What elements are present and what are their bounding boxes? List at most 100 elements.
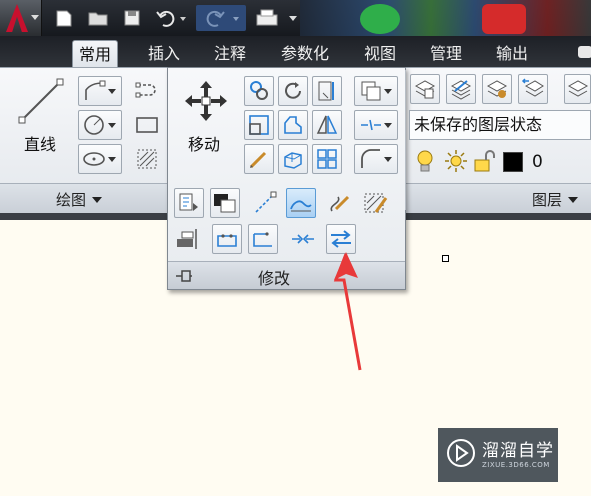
lengthen-button[interactable] <box>250 188 280 218</box>
pin-icon[interactable] <box>174 267 194 285</box>
watermark-title: 溜溜自学 <box>482 441 554 461</box>
fillet-icon <box>249 151 267 169</box>
line-button[interactable] <box>14 74 68 128</box>
circle-button[interactable] <box>78 110 122 140</box>
edit-attribute-button[interactable] <box>174 188 204 218</box>
tab-parametric[interactable]: 参数化 <box>275 40 335 68</box>
draw-order-icon <box>214 194 236 213</box>
crosshair-pickbox <box>442 255 449 262</box>
watermark: 溜溜自学 ZIXUE.3D66.COM <box>438 428 558 482</box>
array-button[interactable] <box>278 144 308 174</box>
arc-button[interactable] <box>132 76 162 106</box>
tab-output[interactable]: 输出 <box>490 40 534 68</box>
chamfer-button[interactable] <box>354 144 398 174</box>
rotate-button[interactable] <box>278 76 308 106</box>
title-background <box>300 0 591 36</box>
array-grid-icon <box>317 149 337 169</box>
undo-button[interactable] <box>152 5 192 31</box>
3d-box-icon <box>284 152 302 169</box>
move-label: 移动 <box>188 135 221 154</box>
break-icon <box>253 232 272 247</box>
tab-home[interactable]: 常用 <box>72 40 119 68</box>
hatch-icon <box>137 149 157 169</box>
fillet-button[interactable] <box>244 144 274 174</box>
save-icon <box>124 10 140 26</box>
edit-hatch-icon <box>364 193 388 213</box>
chamfer-icon <box>361 149 380 168</box>
join-button[interactable] <box>288 224 318 254</box>
ribbon-tab-bar: 常用 插入 注释 参数化 视图 管理 输出 <box>0 36 591 68</box>
match-layer-button[interactable] <box>482 74 512 104</box>
layers-panel-title-text: 图层 <box>532 191 563 209</box>
scale-button[interactable] <box>244 110 274 140</box>
edit-hatch-button[interactable] <box>360 188 390 218</box>
edit-spline-button[interactable] <box>324 188 354 218</box>
sun-icon[interactable] <box>443 148 469 174</box>
layer-properties-icon <box>414 80 436 99</box>
edit-polyline-icon <box>290 200 312 212</box>
break-line-icon <box>361 119 381 131</box>
layer-properties-button[interactable] <box>410 74 440 104</box>
play-logo-icon <box>447 439 475 467</box>
move-icon <box>185 81 227 121</box>
edit-spline-icon <box>330 195 350 212</box>
tab-view[interactable]: 视图 <box>358 40 402 68</box>
stretch-button[interactable] <box>278 110 308 140</box>
background-logo-red <box>482 4 526 34</box>
edit-polyline-button[interactable] <box>286 188 316 218</box>
line-icon <box>18 78 64 124</box>
chevron-down-icon <box>31 15 39 20</box>
modify-panel-title[interactable]: 修改 <box>258 265 290 289</box>
new-file-icon <box>56 10 72 27</box>
erase-button[interactable] <box>354 76 398 106</box>
align-button[interactable] <box>172 224 202 254</box>
plot-button[interactable] <box>250 5 300 31</box>
ellipse-button[interactable] <box>78 144 122 174</box>
move-button[interactable] <box>180 76 232 126</box>
polyline-button[interactable] <box>78 76 122 106</box>
polyline-icon <box>85 80 106 100</box>
new-file-button[interactable] <box>50 5 78 31</box>
explode-button[interactable] <box>354 110 398 140</box>
unlock-icon[interactable] <box>472 148 498 174</box>
watermark-url: ZIXUE.3D66.COM <box>482 461 550 469</box>
lightbulb-icon[interactable] <box>414 148 436 176</box>
tab-manage[interactable]: 管理 <box>424 40 468 68</box>
make-current-button[interactable] <box>446 74 476 104</box>
tab-insert[interactable]: 插入 <box>142 40 186 68</box>
break-at-point-button[interactable] <box>212 224 242 254</box>
open-file-button[interactable] <box>84 5 112 31</box>
rectangle-button[interactable] <box>132 110 162 140</box>
lengthen-icon <box>255 191 277 213</box>
previous-layer-icon <box>521 78 544 97</box>
save-button[interactable] <box>118 5 146 31</box>
mirror-button[interactable] <box>312 110 342 140</box>
copy-button[interactable] <box>244 76 274 106</box>
isolate-layer-button[interactable] <box>564 74 591 104</box>
hatch-button[interactable] <box>132 144 162 174</box>
redo-icon <box>206 10 239 27</box>
isolate-layer-icon <box>567 80 588 97</box>
match-layer-icon <box>486 80 508 98</box>
line-label: 直线 <box>24 135 57 154</box>
more-tabs-icon[interactable] <box>578 46 591 58</box>
layer-state-dropdown[interactable]: 未保存的图层状态 <box>409 110 591 140</box>
redo-button[interactable] <box>196 5 246 31</box>
draworder-button[interactable] <box>210 188 240 218</box>
previous-layer-button[interactable] <box>518 74 548 104</box>
mirror-icon <box>316 115 338 134</box>
break-button[interactable] <box>248 224 278 254</box>
attribute-edit-icon <box>179 193 198 211</box>
layer-color-swatch[interactable] <box>503 152 523 172</box>
application-menu-button[interactable] <box>0 0 42 36</box>
trim-button[interactable] <box>312 76 342 106</box>
draw-panel-title[interactable]: 绘图 <box>56 189 103 210</box>
autocad-logo-icon <box>6 4 28 32</box>
layers-panel-title[interactable]: 图层 <box>532 189 579 210</box>
align-icon <box>177 229 197 249</box>
rectangular-array-button[interactable] <box>312 144 342 174</box>
tab-annotate[interactable]: 注释 <box>208 40 252 68</box>
current-layer-name[interactable]: 0 <box>532 152 543 172</box>
circle-icon <box>84 115 104 135</box>
background-logo-green <box>360 4 400 34</box>
